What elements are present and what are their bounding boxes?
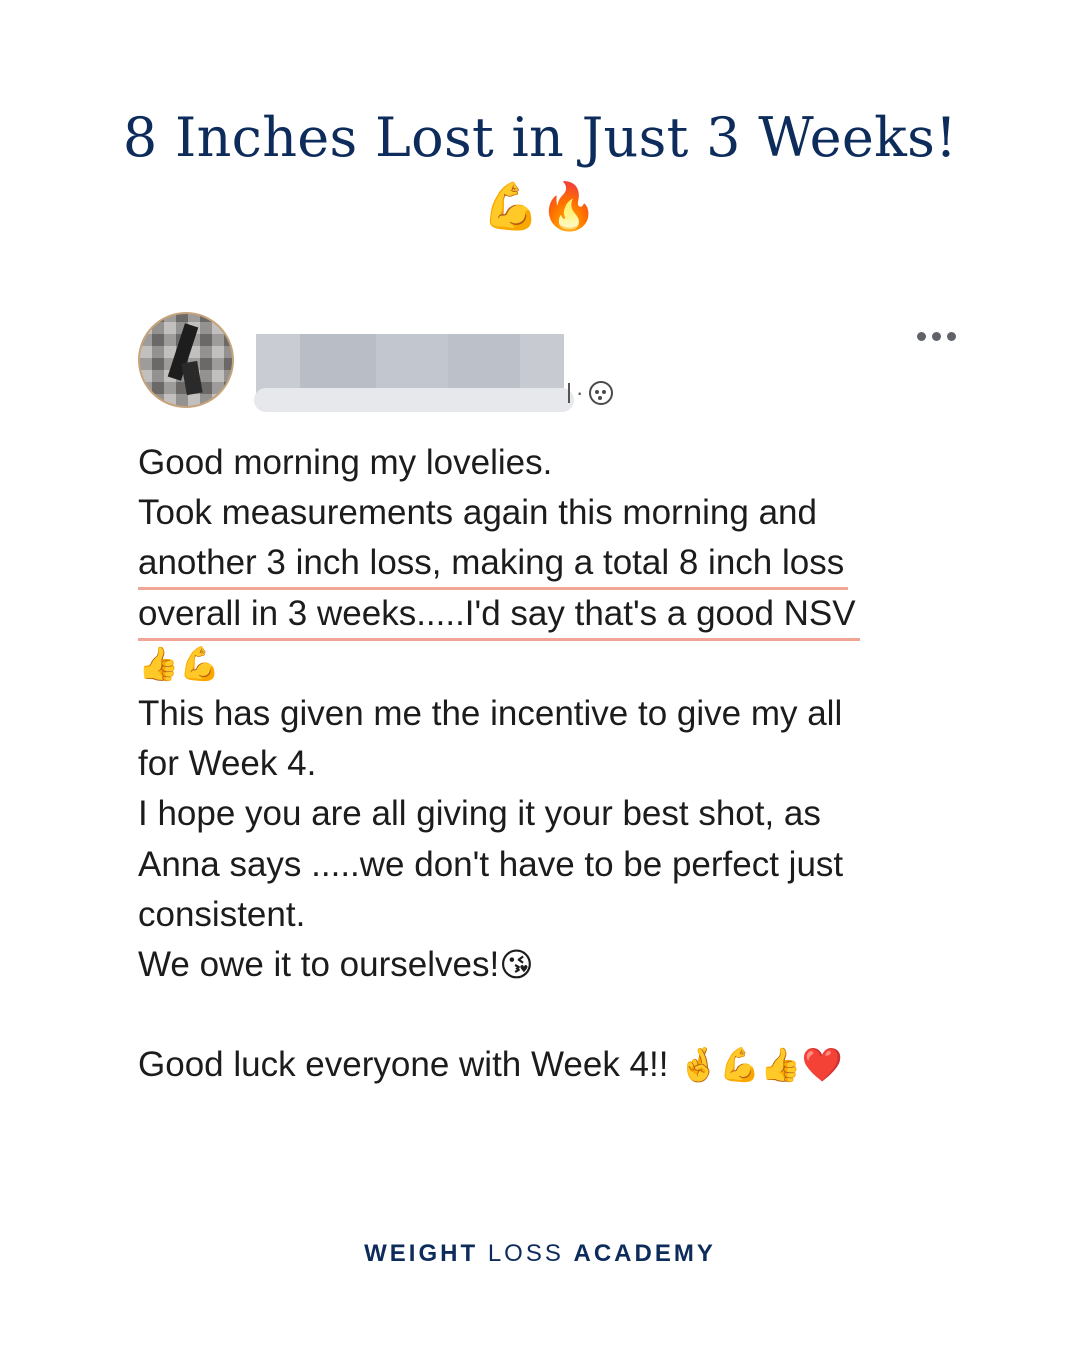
post-line: Took measurements again this morning and bbox=[138, 493, 817, 533]
obscured-post-meta bbox=[254, 388, 574, 412]
post-emoji-line: 👍💪 bbox=[138, 643, 221, 683]
closing-emojis: 🤞💪👍❤️ bbox=[678, 1045, 843, 1085]
highlight-underline: overall in 3 weeks.....I'd say that's a … bbox=[138, 591, 860, 641]
kiss-emoji: 😘 bbox=[499, 944, 534, 984]
headline-emojis: 💪🔥 bbox=[482, 179, 598, 233]
avatar[interactable] bbox=[138, 312, 234, 408]
post-line: This has given me the incentive to give … bbox=[138, 693, 843, 733]
post-line-highlighted: another 3 inch loss, making a total 8 in… bbox=[138, 538, 938, 591]
meta-divider bbox=[568, 383, 570, 403]
brand-loss: LOSS bbox=[487, 1240, 564, 1267]
group-members-icon bbox=[589, 381, 614, 405]
brand-weight: WEIGHT bbox=[364, 1240, 479, 1267]
obscured-author-name[interactable] bbox=[256, 334, 564, 396]
post-line: Good morning my lovelies. bbox=[138, 443, 553, 482]
meta-separator: · bbox=[576, 380, 584, 405]
post-line-text: We owe it to ourselves! bbox=[138, 944, 500, 984]
brand-wordmark: WEIGHT LOSS ACADEMY bbox=[0, 1240, 1080, 1268]
post-line-text: Good luck everyone with Week 4!! bbox=[138, 1045, 669, 1085]
post-line: Anna says .....we don't have to be perfe… bbox=[138, 844, 844, 884]
post-line: Good luck everyone with Week 4!! 🤞💪👍❤️ bbox=[138, 1040, 938, 1090]
headline: 8 Inches Lost in Just 3 Weeks! 💪🔥 bbox=[0, 100, 1080, 236]
post-body: Good morning my lovelies. Took measureme… bbox=[138, 438, 938, 1090]
post-line: consistent. bbox=[138, 894, 306, 934]
headline-title: 8 Inches Lost in Just 3 Weeks! bbox=[122, 106, 958, 169]
post-header: · bbox=[136, 310, 966, 420]
post-line-highlighted: overall in 3 weeks.....I'd say that's a … bbox=[138, 589, 938, 641]
highlight-underline: another 3 inch loss, making a total 8 in… bbox=[138, 540, 849, 591]
post-line: for Week 4. bbox=[138, 744, 317, 784]
post-meta-tail: · bbox=[568, 380, 614, 406]
brand-academy: ACADEMY bbox=[573, 1240, 716, 1267]
post-line: We owe it to ourselves!😘 bbox=[138, 940, 938, 990]
post-line: I hope you are all giving it your best s… bbox=[138, 794, 821, 834]
avatar-figure-detail bbox=[181, 360, 203, 396]
more-options-icon[interactable] bbox=[917, 332, 956, 341]
